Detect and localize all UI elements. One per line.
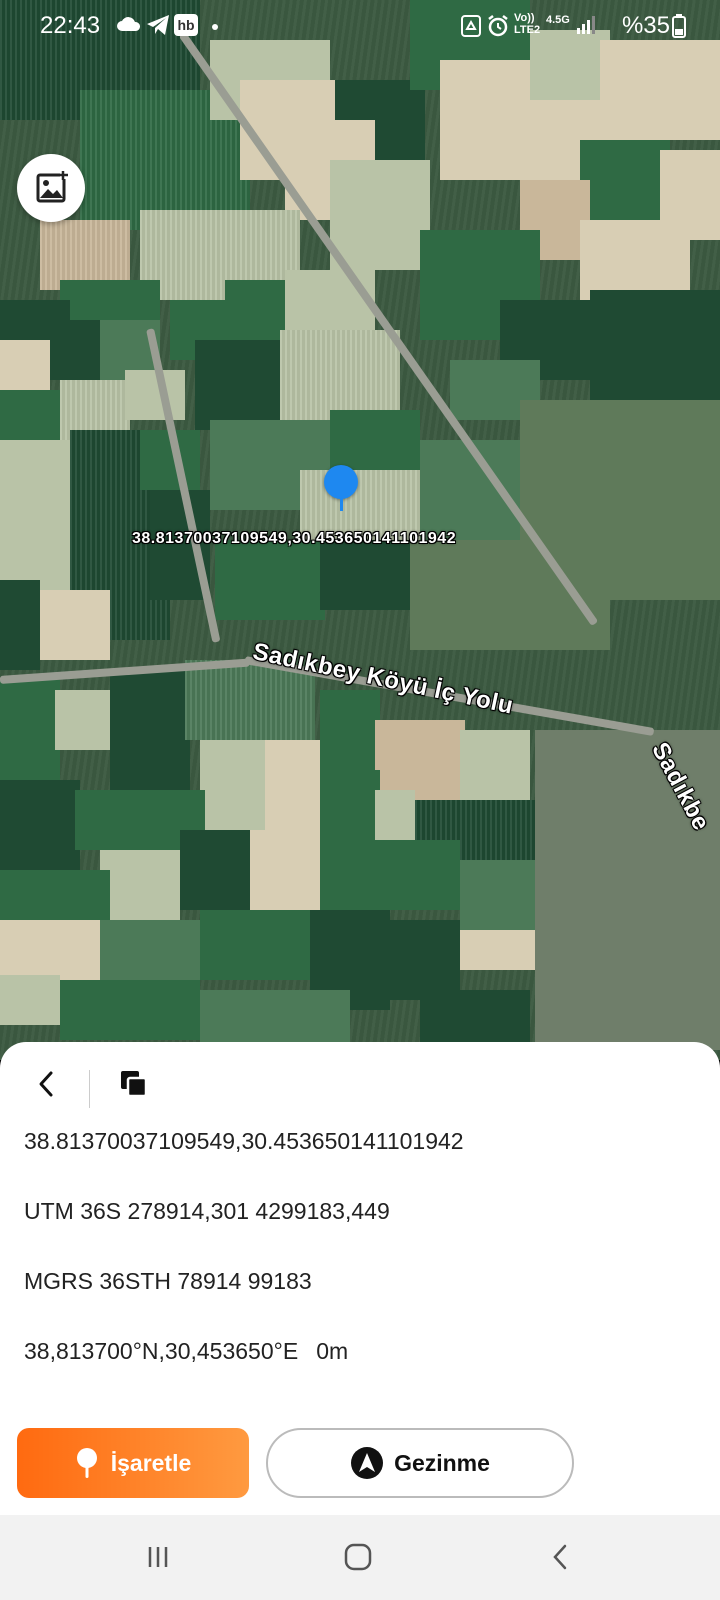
- copy-icon: [121, 1071, 148, 1098]
- map-field: [375, 720, 465, 800]
- map-field: [460, 860, 540, 930]
- map-field: [250, 830, 320, 910]
- map-field: [100, 850, 180, 930]
- map-field: [200, 910, 310, 980]
- map-field: [320, 540, 420, 610]
- image-icon: [36, 171, 68, 203]
- decimal-coordinates[interactable]: 38.81370037109549,30.453650141101942: [24, 1128, 464, 1155]
- utm-coordinates[interactable]: UTM 36S 278914,301 4299183,449: [24, 1198, 390, 1225]
- map-field: [265, 740, 320, 830]
- altitude-value: 0m: [316, 1338, 349, 1364]
- location-pin-icon[interactable]: [324, 465, 358, 513]
- map-field: [440, 60, 530, 180]
- pin-icon: [76, 1448, 97, 1478]
- map-field: [180, 830, 250, 910]
- sheet-toolbar: [0, 1042, 720, 1122]
- map-field: [320, 770, 380, 840]
- home-button[interactable]: [338, 1537, 378, 1577]
- status-bar: 22:43 hb Vo)) LTE2 4.5G %35: [0, 0, 720, 52]
- map-field: [125, 370, 185, 420]
- map-field: [0, 920, 100, 980]
- map-field: [535, 730, 720, 1050]
- map-field: [600, 40, 720, 140]
- back-icon: [553, 1544, 567, 1570]
- satellite-map[interactable]: Sadıkbey Köyü İç Yolu Sadıkbe 38.8137003…: [0, 0, 720, 1060]
- map-field: [0, 780, 80, 870]
- map-field: [320, 690, 380, 770]
- signal-icon: [577, 16, 595, 34]
- map-field: [0, 580, 40, 670]
- hb-app-icon: hb: [174, 14, 198, 36]
- map-field: [215, 540, 325, 620]
- map-field: [100, 920, 200, 980]
- home-icon: [344, 1543, 372, 1571]
- map-field: [0, 680, 60, 780]
- mgrs-coordinates[interactable]: MGRS 36STH 78914 99183: [24, 1268, 312, 1295]
- mark-button[interactable]: İşaretle: [17, 1428, 249, 1498]
- telegram-icon: [147, 15, 169, 35]
- copy-button[interactable]: [116, 1066, 152, 1102]
- map-field: [45, 320, 105, 380]
- navigation-button-label: Gezinme: [394, 1449, 490, 1476]
- recycle-icon: [461, 15, 481, 37]
- battery-icon: [672, 14, 686, 38]
- map-field: [460, 930, 540, 970]
- map-field: [320, 840, 460, 910]
- map-field: [460, 730, 530, 800]
- battery-level: %35: [621, 12, 670, 39]
- map-field: [590, 290, 720, 410]
- mark-button-label: İşaretle: [110, 1449, 192, 1476]
- navigation-button[interactable]: Gezinme: [266, 1428, 574, 1498]
- status-time: 22:43: [40, 12, 101, 39]
- coordinate-label: 38.81370037109549,30.453650141101942: [132, 530, 457, 547]
- system-back-button[interactable]: [540, 1537, 580, 1577]
- toolbar-divider: [89, 1070, 90, 1108]
- dms-coordinates: 38,813700°N,30,453650°E: [24, 1338, 299, 1364]
- recent-apps-icon: [148, 1547, 168, 1567]
- map-field: [200, 990, 350, 1050]
- network-icon: 4.5G: [546, 14, 570, 26]
- alarm-icon: [488, 15, 508, 37]
- screen: Sadıkbey Köyü İç Yolu Sadıkbe 38.8137003…: [0, 0, 720, 1600]
- dms-coordinates-row[interactable]: 38,813700°N,30,453650°E 0m: [24, 1338, 348, 1365]
- back-button[interactable]: [30, 1062, 62, 1106]
- map-field: [280, 330, 400, 420]
- navigation-arrow-icon: [351, 1447, 384, 1479]
- map-field: [60, 980, 200, 1040]
- system-nav-bar: [0, 1515, 720, 1600]
- cloud-icon: [117, 17, 141, 31]
- dot-icon: [212, 24, 218, 30]
- map-field: [420, 990, 530, 1050]
- map-field: [0, 975, 60, 1025]
- map-field: [330, 160, 430, 270]
- recent-apps-button[interactable]: [138, 1537, 178, 1577]
- chevron-left-icon: [39, 1071, 53, 1097]
- map-field: [390, 920, 460, 1000]
- map-field: [580, 140, 670, 230]
- map-field: [55, 690, 115, 750]
- map-field: [200, 740, 270, 830]
- map-field: [30, 590, 110, 660]
- volte-icon: Vo)) LTE2: [514, 12, 541, 36]
- map-field: [110, 670, 190, 790]
- gallery-button[interactable]: [17, 154, 85, 222]
